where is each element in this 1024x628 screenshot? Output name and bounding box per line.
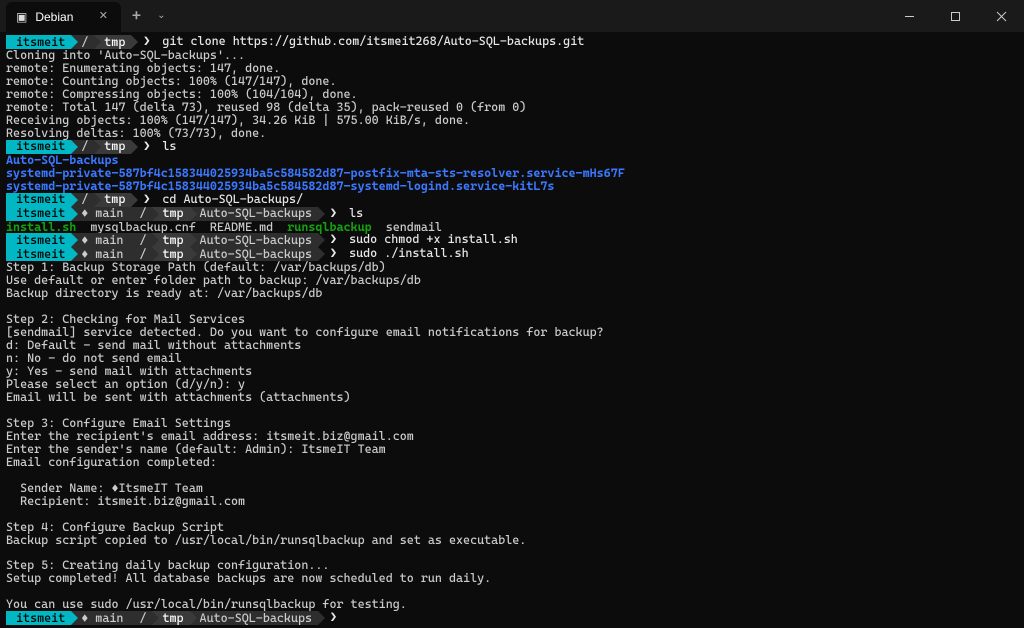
prompt-user: itsmeit: [6, 193, 71, 207]
terminal-tab[interactable]: ▣ Debian ✕: [6, 2, 121, 32]
prompt-branch: ♦ main: [71, 247, 129, 261]
output-line: Cloning into 'Auto-SQL-backups'...: [6, 49, 1018, 62]
command-text: ls: [162, 139, 176, 153]
prompt-branch: ♦ main: [71, 611, 129, 625]
minimize-button[interactable]: [886, 0, 932, 32]
output-line: Step 4: Configure Backup Script: [6, 521, 1018, 534]
output-line: Setup completed! All database backups ar…: [6, 572, 1018, 585]
command-text: ls: [349, 206, 363, 220]
output-line: Backup script copied to /usr/local/bin/r…: [6, 534, 1018, 547]
prompt-user: itsmeit: [6, 611, 71, 625]
file-exec: runsqlbackup: [287, 220, 371, 234]
blank-line: [6, 469, 1018, 482]
output-line: Recipient: itsmeit.biz@gmail.com: [6, 495, 1018, 508]
prompt-branch: ♦ main: [71, 233, 129, 247]
output-line: Step 3: Configure Email Settings: [6, 417, 1018, 430]
output-line: Enter the sender's name (default: Admin)…: [6, 443, 1018, 456]
prompt-user: itsmeit: [6, 140, 71, 154]
file: sendmail: [372, 220, 442, 234]
output-line: Backup directory is ready at: /var/backu…: [6, 287, 1018, 300]
prompt-user: itsmeit: [6, 35, 71, 49]
output-line: Email configuration completed:: [6, 456, 1018, 469]
dir-listing: systemd-private-587bf4c158344025934ba5c5…: [6, 167, 1018, 180]
titlebar: ▣ Debian ✕ + ⌄: [0, 0, 1024, 32]
prompt-caret: ❯: [143, 34, 150, 48]
prompt-user: itsmeit: [6, 233, 71, 247]
blank-line: [6, 508, 1018, 521]
file: README.md: [210, 220, 287, 234]
prompt-user: itsmeit: [6, 247, 71, 261]
command-text: git clone https://github.com/itsmeit268/…: [162, 34, 584, 48]
terminal-viewport[interactable]: itsmeit/tmp ❯ git clone https://github.com…: [0, 32, 1024, 628]
prompt-caret: ❯: [143, 192, 150, 206]
dir-listing: Auto-SQL-backups: [6, 154, 1018, 167]
command-text: sudo ./install.sh: [349, 246, 469, 260]
prompt-caret: ❯: [330, 246, 337, 260]
output-line: remote: Total 147 (delta 73), reused 98 …: [6, 101, 1018, 114]
new-tab-button[interactable]: +: [121, 1, 151, 31]
prompt-branch: ♦ main: [71, 207, 129, 221]
prompt-user: itsmeit: [6, 207, 71, 221]
output-line: Resolving deltas: 100% (73/73), done.: [6, 127, 1018, 140]
tab-dropdown-icon[interactable]: ⌄: [151, 1, 171, 31]
output-line: remote: Enumerating objects: 147, done.: [6, 62, 1018, 75]
prompt-caret: ❯: [330, 610, 337, 624]
window-controls: [886, 0, 1024, 32]
prompt-caret: ❯: [330, 232, 337, 246]
debian-icon: ▣: [16, 11, 27, 24]
command-text: sudo chmod +x install.sh: [349, 232, 518, 246]
output-line: remote: Compressing objects: 100% (104/1…: [6, 88, 1018, 101]
output-line: You can use sudo /usr/local/bin/runsqlba…: [6, 598, 1018, 611]
output-line: remote: Counting objects: 100% (147/147)…: [6, 75, 1018, 88]
output-line: Email will be sent with attachments (att…: [6, 391, 1018, 404]
command-text: cd Auto-SQL-backups/: [162, 192, 303, 206]
prompt-subpath: Auto-SQL-backups: [190, 611, 319, 625]
file-exec: install.sh: [6, 220, 76, 234]
prompt-subpath: Auto-SQL-backups: [190, 233, 319, 247]
prompt-caret: ❯: [143, 139, 150, 153]
tab-label: Debian: [35, 11, 73, 24]
dir-listing: systemd-private-587bf4c158344025934ba5c5…: [6, 180, 1018, 193]
maximize-button[interactable]: [932, 0, 978, 32]
output-line: Sender Name: ♦ItsmeIT Team: [6, 482, 1018, 495]
prompt-subpath: Auto-SQL-backups: [190, 247, 319, 261]
prompt-subpath: Auto-SQL-backups: [190, 207, 319, 221]
prompt-caret: ❯: [330, 206, 337, 220]
prompt-segment: itsmeit/tmp: [6, 35, 131, 49]
close-tab-icon[interactable]: ✕: [95, 9, 111, 25]
output-line: Enter the recipient's email address: its…: [6, 430, 1018, 443]
blank-line: [6, 404, 1018, 417]
file: mysqlbackup.cnf: [76, 220, 210, 234]
output-line: Receiving objects: 100% (147/147), 34.26…: [6, 114, 1018, 127]
close-window-button[interactable]: [978, 0, 1024, 32]
